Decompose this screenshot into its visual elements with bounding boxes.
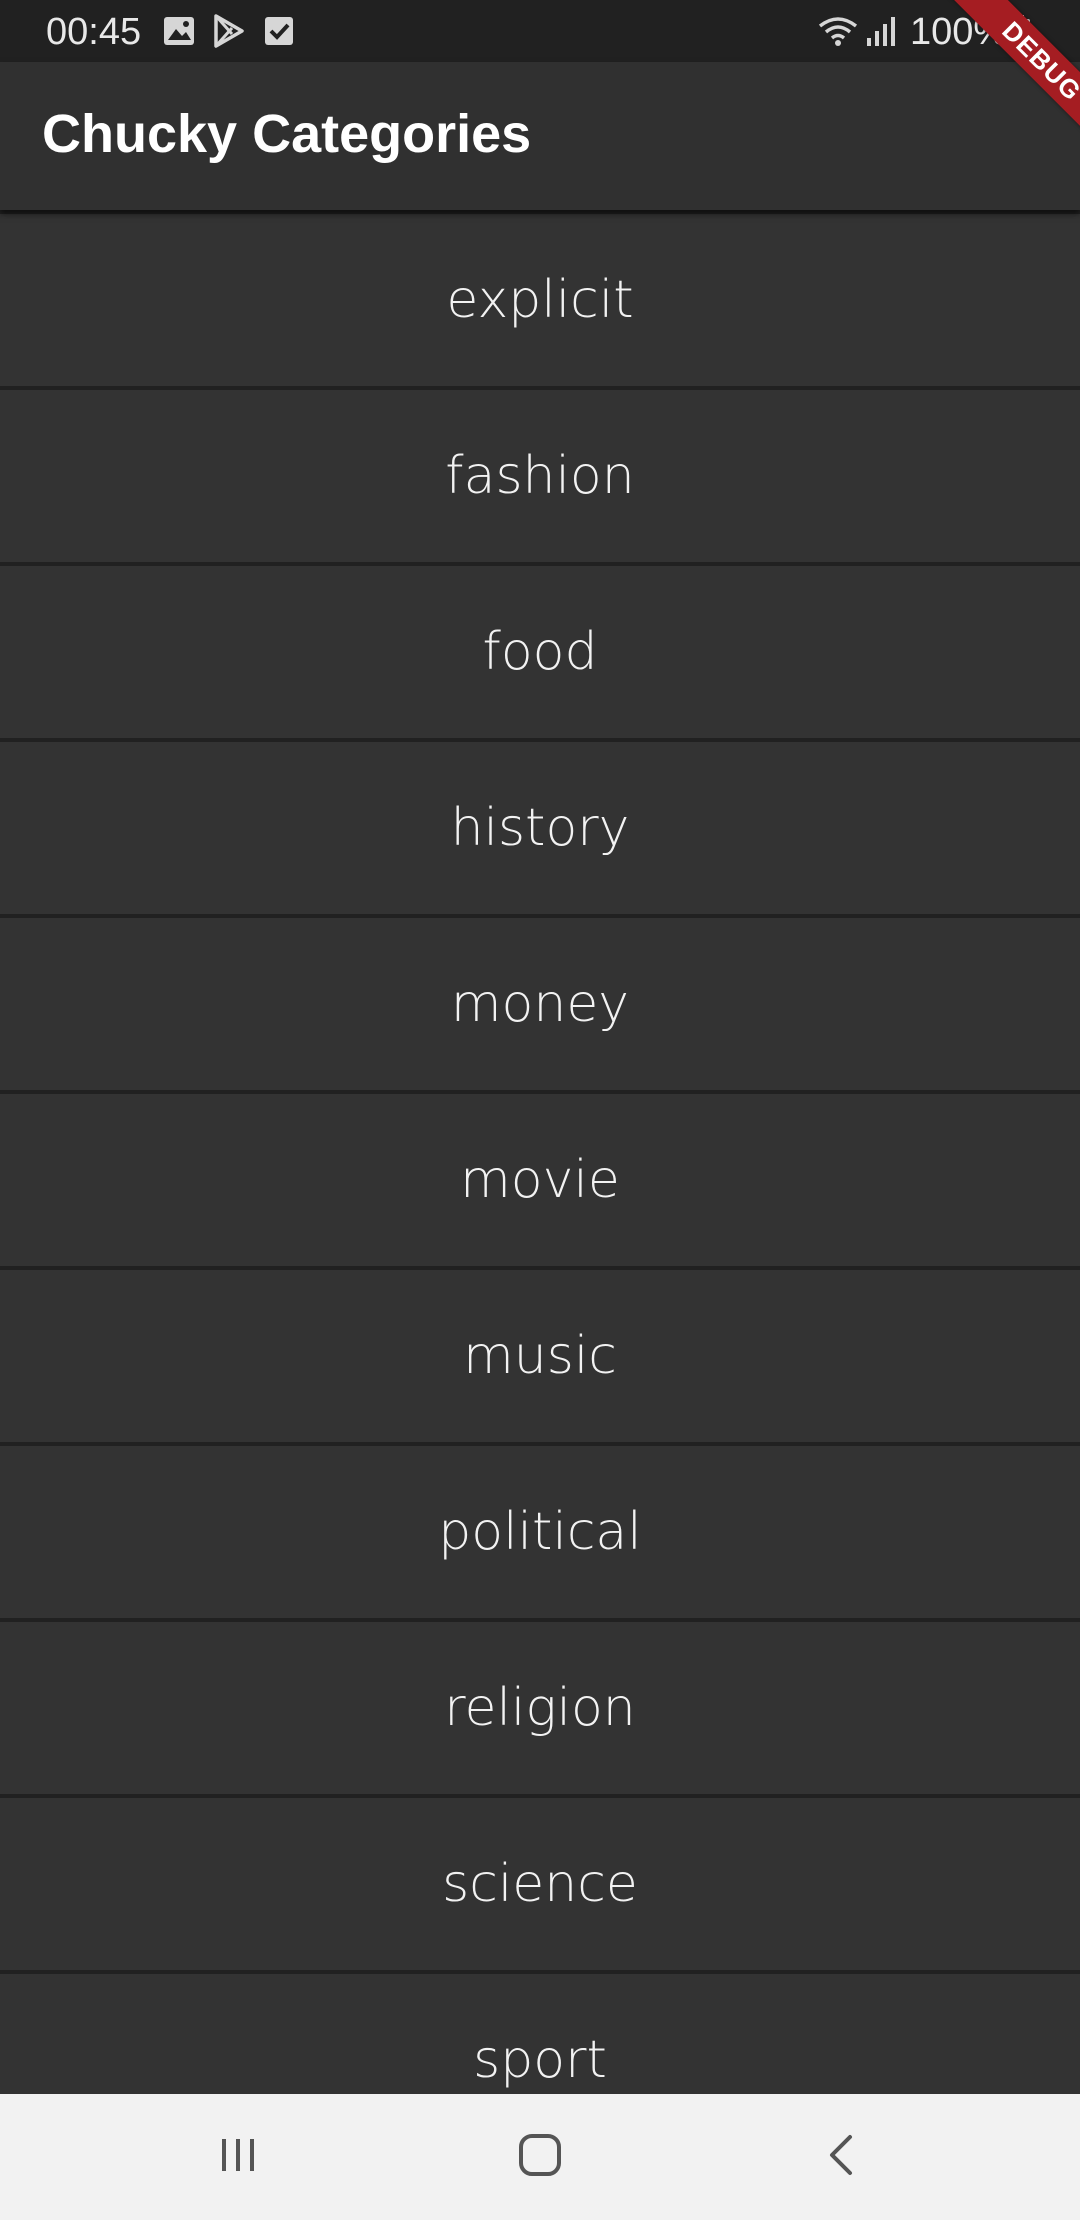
back-button[interactable]: [782, 2107, 902, 2207]
page-title: Chucky Categories: [42, 104, 532, 164]
status-time: 00:45: [46, 11, 142, 53]
category-item-history[interactable]: history: [0, 742, 1080, 914]
back-icon: [820, 2131, 864, 2184]
category-label: explicit: [446, 270, 634, 330]
category-label: sport: [473, 2030, 607, 2090]
category-label: science: [442, 1854, 638, 1914]
category-item-sport[interactable]: sport: [0, 1974, 1080, 2094]
category-label: fashion: [445, 446, 635, 506]
category-list[interactable]: explicit fashion food history money movie musi…: [0, 210, 1080, 2094]
category-label: food: [482, 622, 598, 682]
navigation-bar: [0, 2094, 1080, 2220]
category-label: religion: [444, 1678, 636, 1738]
category-item-movie[interactable]: movie: [0, 1094, 1080, 1266]
image-icon: [162, 14, 196, 48]
category-item-explicit[interactable]: explicit: [0, 214, 1080, 386]
play-store-icon: [212, 14, 246, 48]
category-item-food[interactable]: food: [0, 566, 1080, 738]
category-label: movie: [460, 1150, 620, 1210]
category-item-music[interactable]: music: [0, 1270, 1080, 1442]
category-item-fashion[interactable]: fashion: [0, 390, 1080, 562]
signal-icon: [864, 14, 898, 48]
battery-icon: [1006, 14, 1032, 49]
category-item-science[interactable]: science: [0, 1798, 1080, 1970]
category-label: music: [463, 1326, 617, 1386]
home-button[interactable]: [480, 2107, 600, 2207]
home-icon: [516, 2131, 564, 2184]
category-item-religion[interactable]: religion: [0, 1622, 1080, 1794]
app-bar: Chucky Categories: [0, 62, 1080, 210]
checkbox-icon: [262, 14, 296, 48]
category-item-money[interactable]: money: [0, 918, 1080, 1090]
battery-percentage: 100%: [910, 11, 1008, 53]
category-item-political[interactable]: political: [0, 1446, 1080, 1618]
category-label: history: [450, 798, 630, 858]
category-label: political: [438, 1502, 642, 1562]
category-label: money: [450, 974, 630, 1034]
status-bar: 00:45 100%: [0, 0, 1080, 62]
screen: 00:45 100% DEBUG Chucky Categories expli…: [0, 0, 1080, 2220]
recent-apps-icon: [216, 2133, 260, 2182]
recent-apps-button[interactable]: [178, 2107, 298, 2207]
wifi-icon: [816, 14, 860, 48]
